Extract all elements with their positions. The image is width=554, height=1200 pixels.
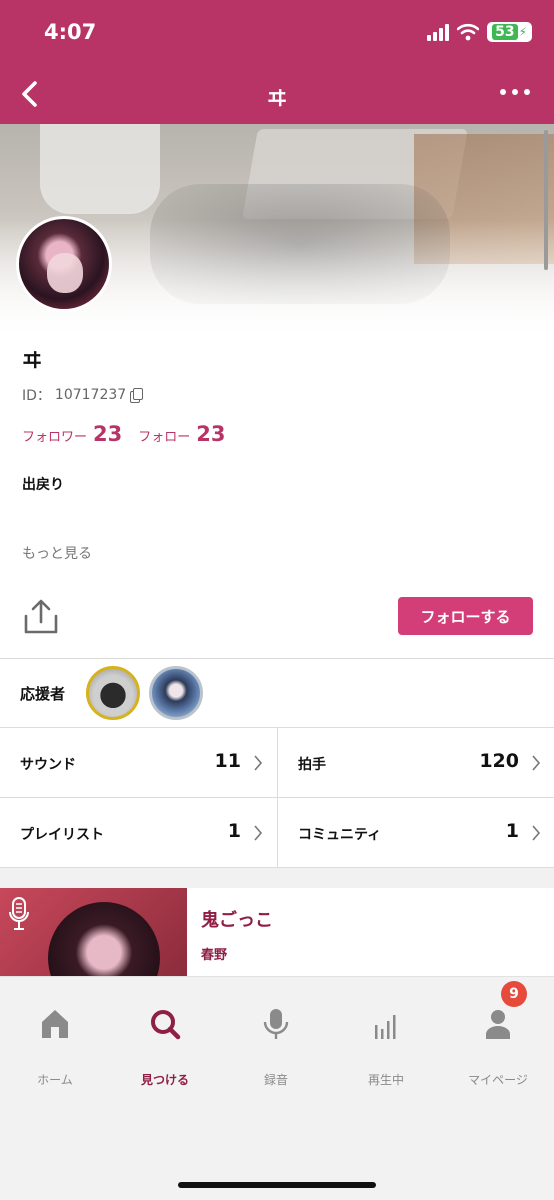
tab-label: ホーム (37, 1073, 73, 1087)
stat-claps[interactable]: 拍手 120 (278, 728, 554, 798)
chevron-right-icon (254, 755, 263, 771)
divider (0, 658, 554, 659)
track-card[interactable]: 鬼ごっこ 春野 (0, 888, 554, 976)
cover-mug-shape (40, 124, 160, 214)
notification-badge: 9 (501, 981, 527, 1007)
share-icon (24, 599, 58, 634)
search-icon (151, 1010, 181, 1040)
more-options-button[interactable] (500, 82, 530, 102)
followers-label[interactable]: フォロワー (22, 426, 87, 445)
share-button[interactable] (22, 598, 60, 636)
tab-home[interactable]: ホーム (0, 977, 110, 1097)
stat-label: 拍手 (298, 757, 326, 773)
track-thumbnail (0, 888, 187, 976)
page-title: ヰ (267, 86, 287, 110)
tab-bar: ホーム 見つける 録音 再生中 9 マイページ (0, 976, 554, 1200)
tab-my-page[interactable]: 9 マイページ (443, 977, 553, 1097)
section-gap (0, 868, 554, 888)
followers-count[interactable]: 23 (93, 422, 122, 446)
following-label[interactable]: フォロー (138, 426, 190, 445)
track-artist[interactable]: 春野 (201, 944, 227, 963)
battery-level: 53 (492, 24, 518, 40)
tab-label: 再生中 (367, 1073, 404, 1087)
tab-label: 見つける (140, 1073, 189, 1087)
home-icon (42, 1010, 68, 1038)
following-count[interactable]: 23 (196, 422, 225, 446)
tab-label: マイページ (468, 1073, 528, 1087)
stat-community[interactable]: コミュニティ 1 (278, 798, 554, 868)
stat-value: 1 (505, 820, 519, 842)
person-icon (486, 1010, 510, 1039)
battery-icon: 53 ⚡ (487, 22, 532, 42)
mic-icon (263, 1009, 289, 1039)
stat-value: 1 (227, 820, 241, 842)
stat-label: プレイリスト (20, 827, 104, 843)
stat-value: 11 (214, 750, 241, 772)
home-indicator[interactable] (178, 1182, 376, 1188)
profile-bio: 出戻り (22, 477, 64, 493)
track-title: 鬼ごっこ (201, 910, 273, 931)
signal-icon (427, 23, 450, 41)
bars-icon (375, 1015, 396, 1039)
see-more-link[interactable]: もっと見る (22, 543, 92, 563)
tab-now-playing[interactable]: 再生中 (331, 977, 441, 1097)
user-id-value: 10717237 (54, 387, 127, 403)
scrollbar[interactable] (544, 130, 548, 270)
grid-divider (277, 728, 278, 868)
follow-counts: フォロワー 23 フォロー 23 (22, 422, 236, 446)
chevron-right-icon (532, 755, 541, 771)
copy-icon[interactable] (130, 388, 144, 403)
stat-label: コミュニティ (298, 827, 382, 843)
supporter-avatar-silver[interactable] (149, 666, 203, 720)
follow-button[interactable]: フォローする (398, 597, 533, 635)
track-art (48, 902, 160, 976)
dot-icon (524, 89, 530, 95)
tab-discover[interactable]: 見つける (110, 977, 220, 1097)
user-id-row: ID： 10717237 (22, 385, 144, 405)
tab-label: 録音 (263, 1073, 288, 1087)
status-time: 4:07 (44, 20, 97, 44)
dot-icon (512, 89, 518, 95)
chevron-right-icon (532, 825, 541, 841)
supporters-label: 応援者 (20, 685, 66, 703)
supporter-avatar-gold[interactable] (86, 666, 140, 720)
tab-record[interactable]: 録音 (221, 977, 331, 1097)
user-id-label: ID： (22, 388, 51, 404)
stat-sounds[interactable]: サウンド 11 (0, 728, 277, 798)
dot-icon (500, 89, 506, 95)
profile-name: ヰ (22, 348, 42, 372)
avatar[interactable] (16, 216, 112, 312)
stat-label: サウンド (20, 757, 76, 773)
chevron-right-icon (254, 825, 263, 841)
wifi-icon (457, 23, 480, 41)
mic-icon (9, 897, 29, 930)
status-icons: 53 ⚡ (427, 22, 532, 42)
stat-value: 120 (479, 750, 519, 772)
app-header: 4:07 53 ⚡ ヰ (0, 0, 554, 124)
stat-playlists[interactable]: プレイリスト 1 (0, 798, 277, 868)
